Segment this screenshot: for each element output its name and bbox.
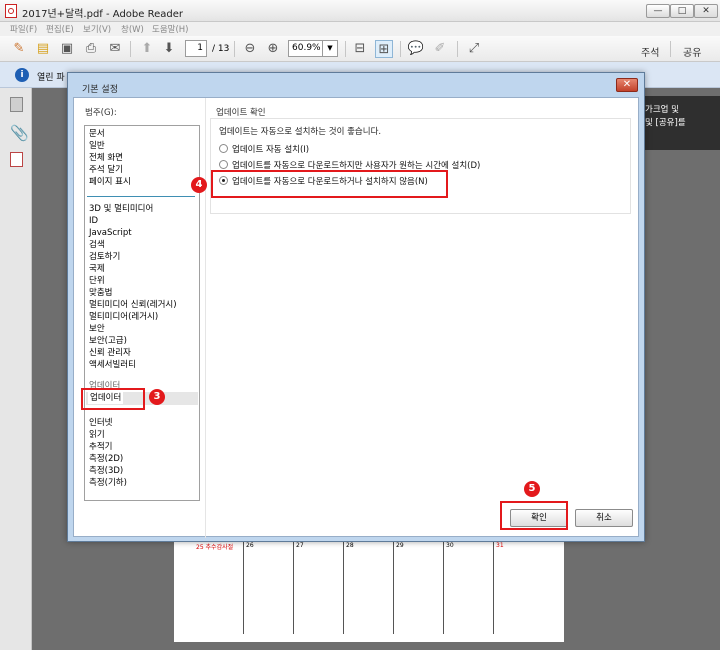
category-item[interactable]: 페이지 표시 — [89, 176, 131, 188]
dialog-title: 기본 설정 — [82, 85, 118, 95]
toolbar: ✎ ▤ ▣ ⎙ ✉ ⬆ ⬇ 1 / 13 ⊖ ⊕ 60.9% ▼ ⊟ ⊞ 💬 ✐… — [0, 36, 720, 62]
category-separator — [87, 196, 195, 197]
category-item[interactable]: 국제 — [89, 263, 105, 275]
window-title: 2017년+달력.pdf - Adobe Reader — [22, 9, 183, 20]
category-item[interactable]: 전체 화면 — [89, 152, 123, 164]
menu-help[interactable]: 도움말(H) — [152, 23, 188, 35]
category-item[interactable]: 3D 및 멀티미디어 — [89, 203, 153, 215]
title-bar: 2017년+달력.pdf - Adobe Reader — □ ✕ — [0, 0, 720, 22]
menu-view[interactable]: 보기(V) — [83, 23, 111, 35]
highlight-box-step4 — [211, 170, 448, 198]
tools-tip-panel: 가크업 및 및 [공유]를 — [632, 96, 720, 150]
category-item[interactable]: 멀티미디어(레거시) — [89, 311, 158, 323]
pane-divider — [205, 98, 206, 538]
category-item[interactable]: 보안(고급) — [89, 335, 127, 347]
calendar-day: 31 — [496, 542, 504, 549]
tip-line-1: 가크업 및 — [645, 105, 679, 115]
calendar-day: 30 — [446, 542, 454, 549]
page-thumbnails-icon[interactable] — [10, 97, 23, 112]
zoom-out-icon[interactable]: ⊖ — [241, 40, 259, 58]
category-item[interactable]: ID — [89, 215, 98, 227]
category-item[interactable]: JavaScript — [89, 227, 132, 239]
category-item[interactable]: 인터넷 — [89, 417, 112, 429]
calendar-day: 28 — [346, 542, 354, 549]
fit-width-icon[interactable]: ⊞ — [375, 40, 393, 58]
radio-download-install-later[interactable] — [219, 160, 228, 169]
cancel-button[interactable]: 취소 — [575, 509, 633, 527]
category-item[interactable]: 추적기 — [89, 441, 112, 453]
calendar-cell-header: 25 추수감사절 — [196, 544, 234, 551]
category-item[interactable]: 일반 — [89, 140, 105, 152]
dialog-close-button[interactable]: ✕ — [616, 78, 638, 92]
preferences-dialog: 기본 설정 ✕ 범주(G): 문서 일반 전체 화면 주석 달기 페이지 표시 … — [67, 72, 645, 542]
save-icon[interactable]: ▣ — [58, 40, 76, 58]
step-badge-5: 5 — [524, 481, 540, 497]
notification-text: 열린 파 — [37, 73, 65, 83]
highlight-box-step3 — [81, 388, 145, 410]
attachment-icon[interactable]: 📎 — [10, 124, 29, 142]
category-item[interactable]: 멀티미디어 신뢰(레거시) — [89, 299, 177, 311]
category-item[interactable]: 보안 — [89, 323, 105, 335]
fit-page-icon[interactable]: ⊟ — [351, 40, 369, 58]
radio-auto-install[interactable] — [219, 144, 228, 153]
menu-window[interactable]: 창(W) — [121, 23, 144, 35]
category-item[interactable]: 측정(3D) — [89, 465, 123, 477]
navigation-pane: 📎 — [0, 88, 32, 650]
maximize-button[interactable]: □ — [670, 4, 694, 18]
zoom-dropdown-chevron-down-icon[interactable]: ▼ — [322, 41, 337, 56]
dialog-body: 범주(G): 문서 일반 전체 화면 주석 달기 페이지 표시 3D 및 멀티미… — [73, 97, 639, 538]
create-pdf-icon[interactable]: ✎ — [10, 40, 28, 58]
next-page-icon[interactable]: ⬇ — [160, 40, 178, 58]
category-list[interactable]: 문서 일반 전체 화면 주석 달기 페이지 표시 3D 및 멀티미디어 ID J… — [84, 125, 200, 501]
previous-page-icon[interactable]: ⬆ — [138, 40, 156, 58]
document-page: 25 추수감사절 26 27 28 29 30 31 — [174, 538, 564, 642]
signature-icon[interactable] — [10, 152, 23, 167]
info-icon: i — [15, 68, 29, 82]
page-total: / 13 — [212, 44, 230, 54]
menu-file[interactable]: 파일(F) — [10, 23, 37, 35]
open-folder-icon[interactable]: ▤ — [34, 40, 52, 58]
category-item[interactable]: 검토하기 — [89, 251, 120, 263]
calendar-day: 26 — [246, 542, 254, 549]
step-badge-4: 4 — [191, 177, 207, 193]
minimize-button[interactable]: — — [646, 4, 670, 18]
highlight-icon[interactable]: ✐ — [431, 40, 449, 58]
category-item[interactable]: 측정(2D) — [89, 453, 123, 465]
close-button[interactable]: ✕ — [694, 4, 718, 18]
comment-button[interactable]: 주석 — [641, 44, 659, 59]
tip-line-2: 및 [공유]를 — [645, 118, 686, 128]
menu-edit[interactable]: 편집(E) — [46, 23, 74, 35]
category-item[interactable]: 맞춤법 — [89, 287, 112, 299]
category-label: 범주(G): — [85, 108, 117, 118]
radio-label[interactable]: 업데이트 자동 설치(I) — [232, 143, 309, 155]
print-icon[interactable]: ⎙ — [82, 40, 100, 58]
group-description: 업데이트는 자동으로 설치하는 것이 좋습니다. — [219, 127, 382, 137]
calendar-day: 29 — [396, 542, 404, 549]
category-item[interactable]: 읽기 — [89, 429, 105, 441]
menu-bar: 파일(F) 편집(E) 보기(V) 창(W) 도움말(H) — [0, 22, 720, 36]
email-icon[interactable]: ✉ — [106, 40, 124, 58]
pdf-app-icon — [5, 4, 17, 18]
page-number-input[interactable]: 1 — [185, 40, 207, 57]
calendar-day: 27 — [296, 542, 304, 549]
zoom-in-icon[interactable]: ⊕ — [264, 40, 282, 58]
category-item[interactable]: 액세서빌러티 — [89, 359, 136, 371]
category-item[interactable]: 문서 — [89, 128, 105, 140]
category-item[interactable]: 검색 — [89, 239, 105, 251]
category-item[interactable]: 측정(기하) — [89, 477, 127, 489]
share-button[interactable]: 공유 — [683, 44, 701, 59]
step-badge-3: 3 — [149, 389, 165, 405]
highlight-box-step5 — [500, 501, 568, 530]
sticky-note-icon[interactable]: 💬 — [407, 40, 425, 58]
group-title: 업데이트 확인 — [216, 108, 266, 118]
category-item[interactable]: 단위 — [89, 275, 105, 287]
category-item[interactable]: 신뢰 관리자 — [89, 347, 131, 359]
expand-icon[interactable]: ⤢ — [465, 40, 483, 58]
category-item[interactable]: 주석 달기 — [89, 164, 123, 176]
